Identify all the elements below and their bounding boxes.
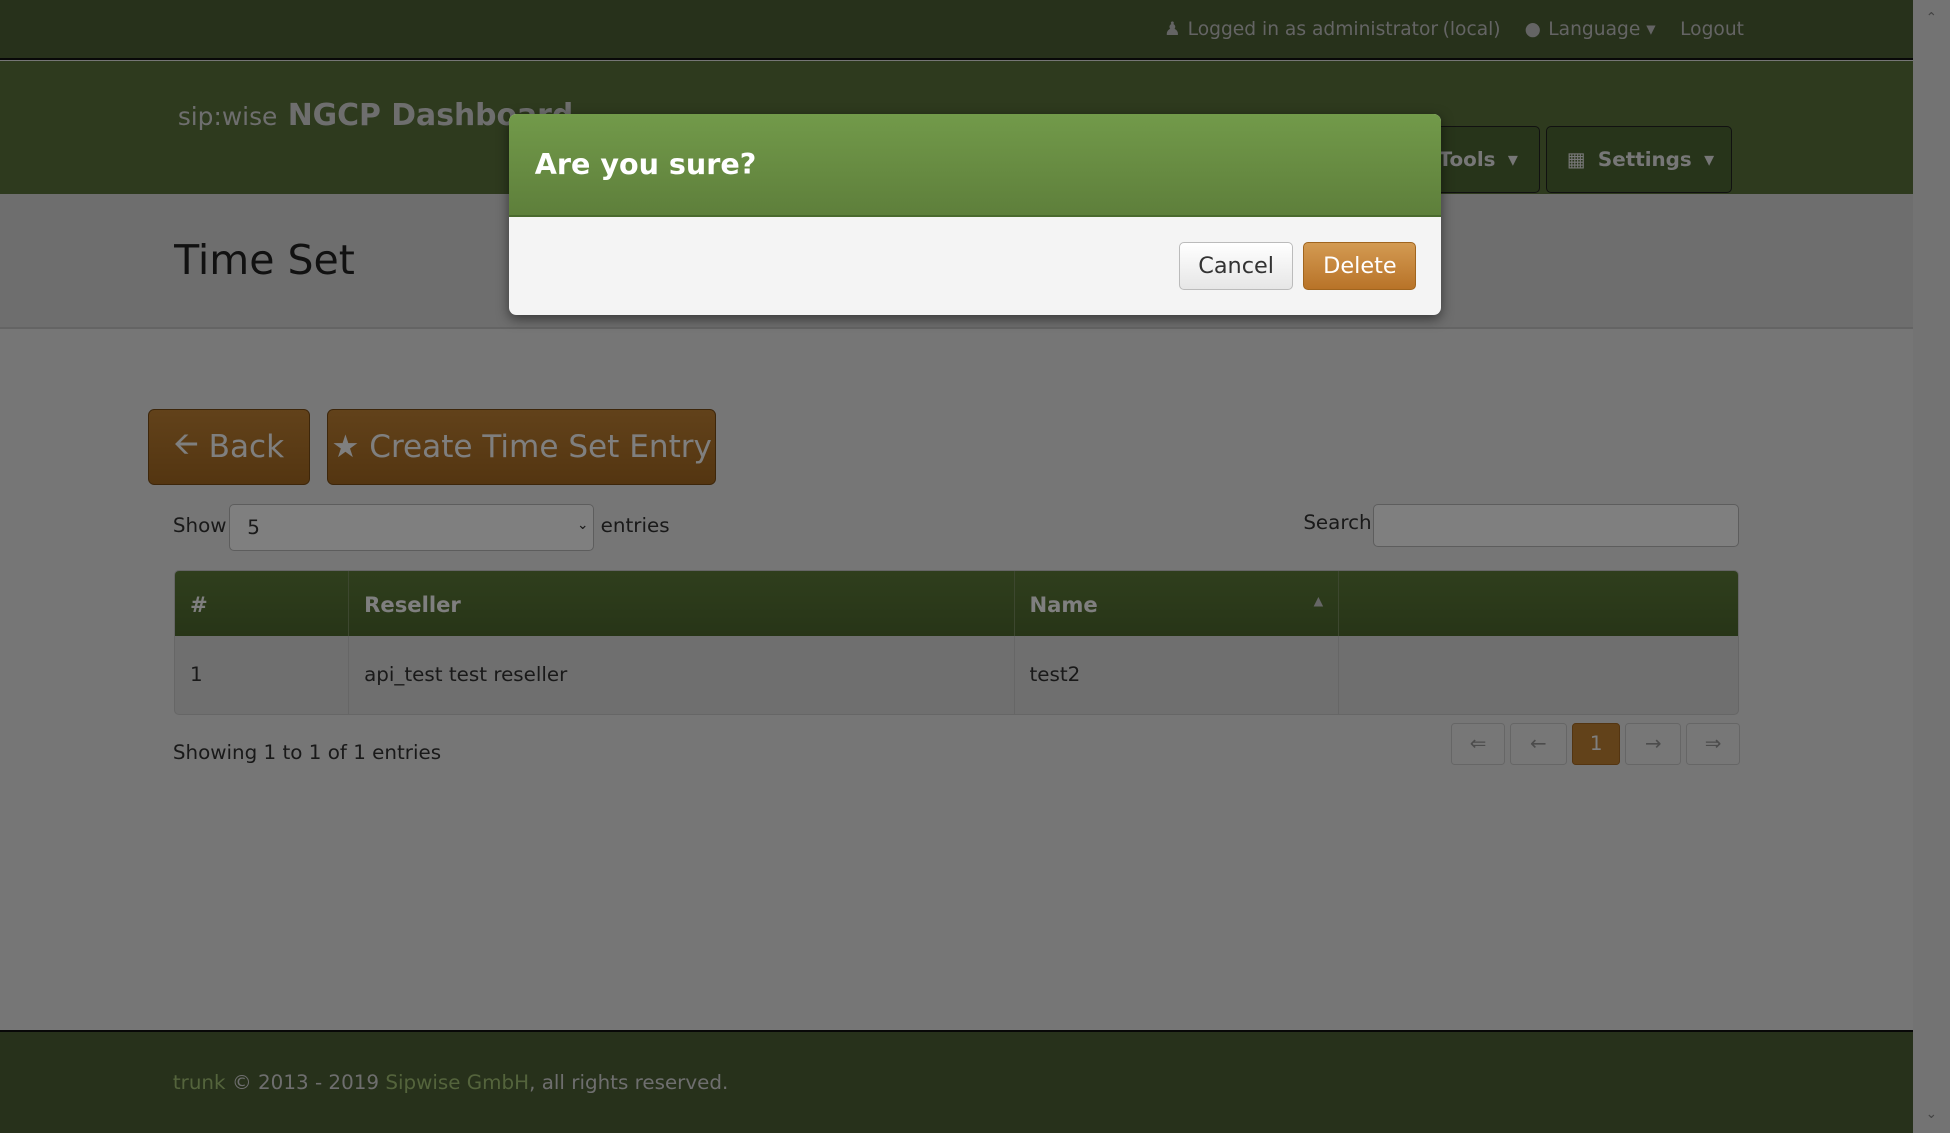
page: ♟ Logged in as administrator (local) ● L… <box>0 0 1950 1133</box>
delete-button[interactable]: Delete <box>1303 242 1417 290</box>
dialog-header: Are you sure? <box>508 114 1442 218</box>
cancel-button[interactable]: Cancel <box>1178 242 1294 290</box>
confirm-dialog: Are you sure? Cancel Delete <box>508 114 1442 315</box>
dialog-title: Are you sure? <box>534 146 757 181</box>
